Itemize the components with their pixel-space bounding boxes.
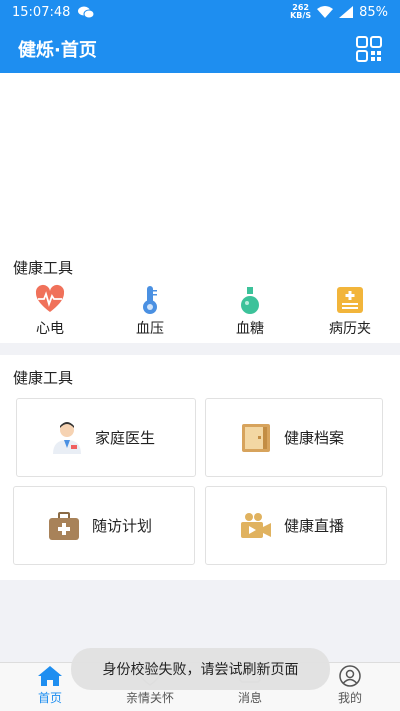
tab-label: 我的 — [337, 691, 362, 705]
services-title: 健康工具 — [13, 369, 74, 387]
network-speed: 262 KB/S — [290, 3, 312, 20]
tab-label: 消息 — [237, 691, 262, 705]
health-live-card[interactable]: 健康直播 — [205, 486, 387, 565]
tab-label: 首页 — [37, 691, 62, 705]
archive-cabinet-icon — [242, 423, 270, 452]
tool-label: 病历夹 — [329, 321, 371, 337]
profile-icon — [339, 665, 361, 687]
thermometer-icon — [143, 286, 157, 314]
signal-icon — [339, 6, 354, 18]
health-archive-card[interactable]: 健康档案 — [205, 398, 383, 477]
card-label: 健康直播 — [284, 517, 345, 535]
card-label: 家庭医生 — [95, 429, 156, 447]
battery-level: 85% — [359, 4, 388, 20]
tab-label: 亲情关怀 — [125, 691, 174, 705]
banner-area — [0, 73, 400, 253]
status-time: 15:07:48 — [12, 4, 71, 20]
error-toast: 身份校验失败，请尝试刷新页面 — [71, 648, 330, 690]
health-tools-title: 健康工具 — [13, 259, 74, 277]
card-label: 随访计划 — [92, 517, 153, 535]
family-doctor-card[interactable]: 家庭医生 — [16, 398, 196, 477]
medical-record-icon — [337, 287, 363, 313]
tool-label: 心电 — [36, 321, 64, 337]
app-bar: 健烁·首页 — [0, 24, 400, 73]
chat-notification-icon — [78, 6, 95, 18]
status-bar: 15:07:48 262 KB/S 85% — [0, 0, 400, 24]
medical-kit-icon — [49, 511, 79, 540]
tool-label: 血压 — [136, 321, 164, 337]
doctor-icon — [53, 421, 81, 454]
tool-label: 血糖 — [236, 321, 264, 337]
health-tools-section: 健康工具 心电 血压 血糖 病历夹 — [0, 253, 400, 343]
tool-blood-pressure[interactable]: 血压 — [100, 284, 200, 338]
page-title: 健烁·首页 — [18, 39, 97, 61]
card-label: 健康档案 — [284, 429, 345, 447]
video-camera-icon — [241, 512, 271, 538]
tool-ecg[interactable]: 心电 — [0, 284, 100, 338]
services-section: 健康工具 家庭医生 健康档案 随访计划 健康直播 — [0, 355, 400, 580]
heart-ecg-icon — [35, 284, 65, 312]
wifi-icon — [317, 6, 334, 18]
tool-blood-sugar[interactable]: 血糖 — [200, 284, 300, 338]
flask-icon — [241, 287, 259, 314]
follow-up-plan-card[interactable]: 随访计划 — [13, 486, 195, 565]
home-icon — [38, 666, 62, 686]
tool-medical-record[interactable]: 病历夹 — [300, 284, 400, 338]
qr-scan-icon[interactable] — [356, 35, 382, 62]
